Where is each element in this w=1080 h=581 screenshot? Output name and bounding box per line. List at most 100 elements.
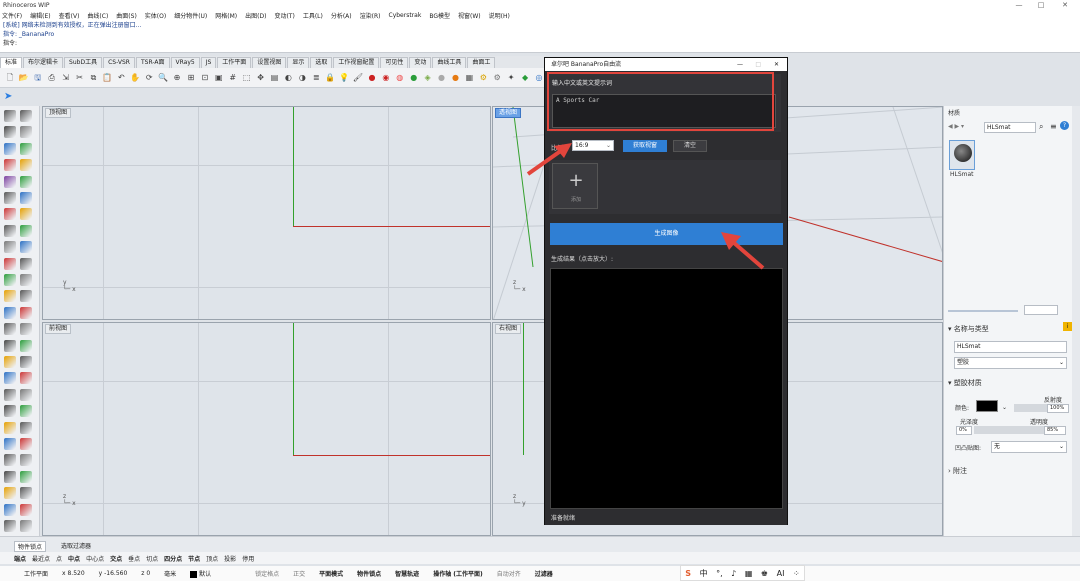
toolbar-tab[interactable]: 布尔逻辑卡 <box>23 57 64 68</box>
modeling-tool-icon[interactable] <box>4 290 16 303</box>
paste-icon[interactable]: 📋 <box>101 72 113 84</box>
layers-icon[interactable]: ≣ <box>310 72 322 84</box>
get-view-button[interactable]: 获取视窗 <box>623 140 667 152</box>
osnap-option[interactable]: 顶点 <box>206 554 218 563</box>
hand-icon[interactable]: ✋ <box>129 72 141 84</box>
toolbar-tab[interactable]: 曲面工 <box>467 57 496 68</box>
gumball-toggle[interactable]: 操作轴 (工作平面) <box>433 569 483 578</box>
modeling-tool-icon[interactable] <box>4 274 16 286</box>
toolbar-tab[interactable]: 设置视图 <box>252 57 287 68</box>
osnap-option[interactable]: 中心点 <box>86 554 104 563</box>
paint-icon[interactable]: 🖌 <box>352 72 364 84</box>
modeling-tool-icon[interactable] <box>4 159 16 172</box>
viewport-title-right[interactable]: 右视图 <box>495 324 522 334</box>
toolbar-tab[interactable]: 标准 <box>0 57 23 68</box>
modeling-tool-icon[interactable] <box>20 274 32 286</box>
new-file-icon[interactable]: 🗋 <box>4 72 16 84</box>
modeling-tool-icon[interactable] <box>20 470 32 483</box>
show-icon[interactable]: ◑ <box>296 72 308 84</box>
modeling-tool-icon[interactable] <box>20 208 32 221</box>
lock-icon[interactable]: 🔒 <box>324 72 336 84</box>
hide-icon[interactable]: ◐ <box>282 72 294 84</box>
osnap-option[interactable]: 端点 <box>14 554 26 563</box>
modeling-tool-icon[interactable] <box>4 224 16 237</box>
modeling-tool-icon[interactable] <box>20 224 32 237</box>
ortho-toggle[interactable]: 正交 <box>293 569 305 578</box>
chevron-down-icon[interactable]: ⌄ <box>1002 404 1007 411</box>
osnap-option[interactable]: 节点 <box>188 554 200 563</box>
close-icon[interactable]: ✕ <box>774 58 779 71</box>
modeling-tool-icon[interactable] <box>20 487 32 500</box>
viewport-title-front[interactable]: 前视图 <box>45 324 72 334</box>
modeling-tool-icon[interactable] <box>4 454 16 467</box>
toolbar-tab[interactable]: 曲线工具 <box>432 57 467 68</box>
minimize-icon[interactable]: — <box>1010 0 1028 10</box>
reflect-value[interactable]: 100% <box>1047 404 1069 413</box>
generate-image-button[interactable]: 生成图像 <box>550 223 783 245</box>
menu-item[interactable]: 渲染(R) <box>360 11 381 20</box>
box-icon[interactable]: ▦ <box>463 72 475 84</box>
layer-indicator[interactable]: 默认 <box>190 569 211 578</box>
modeling-tool-icon[interactable] <box>4 487 16 500</box>
modeling-tool-icon[interactable] <box>20 290 32 303</box>
grid-icon[interactable]: # <box>227 72 239 84</box>
modeling-tool-icon[interactable] <box>20 257 32 270</box>
toolbar-tab[interactable]: 选取 <box>310 57 333 68</box>
help-icon[interactable]: ? <box>1060 121 1069 130</box>
menu-item[interactable]: 实体(O) <box>145 11 166 20</box>
modeling-tool-icon[interactable] <box>4 306 16 319</box>
toolbar-tab[interactable]: 工作视窗配置 <box>333 57 380 68</box>
lock-grid-toggle[interactable]: 锁定格点 <box>255 569 279 578</box>
menu-item[interactable]: 网格(M) <box>215 11 237 20</box>
modeling-tool-icon[interactable] <box>20 454 32 467</box>
right-side-tabs[interactable] <box>1072 106 1080 536</box>
modeling-tool-icon[interactable] <box>4 438 16 450</box>
nav-arrows-icon[interactable]: ◀ ▶ ▾ <box>948 123 964 130</box>
menu-item[interactable]: 分析(A) <box>331 11 352 20</box>
modeling-tool-icon[interactable] <box>20 306 32 319</box>
menu-item[interactable]: 变动(T) <box>274 11 294 20</box>
modeling-tool-icon[interactable] <box>4 388 16 401</box>
chrome-icon[interactable]: ● <box>436 72 448 84</box>
import-icon[interactable]: ⇲ <box>60 72 72 84</box>
modeling-tool-icon[interactable] <box>4 110 16 122</box>
modeling-tool-icon[interactable] <box>20 388 32 401</box>
modeling-tool-icon[interactable] <box>20 142 32 155</box>
plastic-header[interactable]: ▾ 塑胶材质 <box>948 378 982 388</box>
analysis-icon[interactable]: ✦ <box>505 72 517 84</box>
attachments-header[interactable]: › 附注 <box>948 466 967 476</box>
osnap-toggle[interactable]: 物件锁点 <box>357 569 381 578</box>
modeling-tool-icon[interactable] <box>4 142 16 155</box>
gloss-slider[interactable] <box>974 426 1014 434</box>
select-icon[interactable]: ⬚ <box>241 72 253 84</box>
modeling-tool-icon[interactable] <box>4 175 16 188</box>
menu-item[interactable]: 编辑(E) <box>30 11 50 20</box>
close-icon[interactable]: ✕ <box>1056 0 1074 10</box>
clear-button[interactable]: 清空 <box>673 140 707 152</box>
sphere-icon[interactable]: ● <box>408 72 420 84</box>
osnap-option[interactable]: 停用 <box>242 554 254 563</box>
render-icon[interactable]: ◉ <box>380 72 392 84</box>
transparency-value[interactable]: 85% <box>1044 426 1066 435</box>
osnap-option[interactable]: 四分点 <box>164 554 182 563</box>
zoom-selected-icon[interactable]: ⊡ <box>199 72 211 84</box>
view-mode-buttons[interactable] <box>1024 305 1058 315</box>
result-image-area[interactable] <box>550 268 783 509</box>
osnap-option[interactable]: 切点 <box>146 554 158 563</box>
modeling-tool-icon[interactable] <box>20 192 32 204</box>
transparency-slider[interactable] <box>1014 426 1044 434</box>
material-icon[interactable]: ● <box>366 72 378 84</box>
orange-ball-icon[interactable]: ● <box>450 72 462 84</box>
zoom-extents-icon[interactable]: ⊞ <box>185 72 197 84</box>
viewport-title-perspective[interactable]: 透视图 <box>495 108 522 118</box>
modeling-tool-icon[interactable] <box>4 241 16 254</box>
gloss-value[interactable]: 0% <box>956 426 972 435</box>
object-props-icon[interactable]: ▤ <box>269 72 281 84</box>
grasshopper-icon[interactable]: ◆ <box>519 72 531 84</box>
modeling-tool-icon[interactable] <box>20 405 32 418</box>
minimize-icon[interactable]: — <box>737 58 743 71</box>
thumbnail-size-slider[interactable] <box>948 310 1018 312</box>
ratio-select[interactable]: 16:9 ⌄ <box>572 140 614 151</box>
viewport-title-top[interactable]: 顶视图 <box>45 108 72 118</box>
maximize-icon[interactable]: □ <box>1032 0 1050 10</box>
